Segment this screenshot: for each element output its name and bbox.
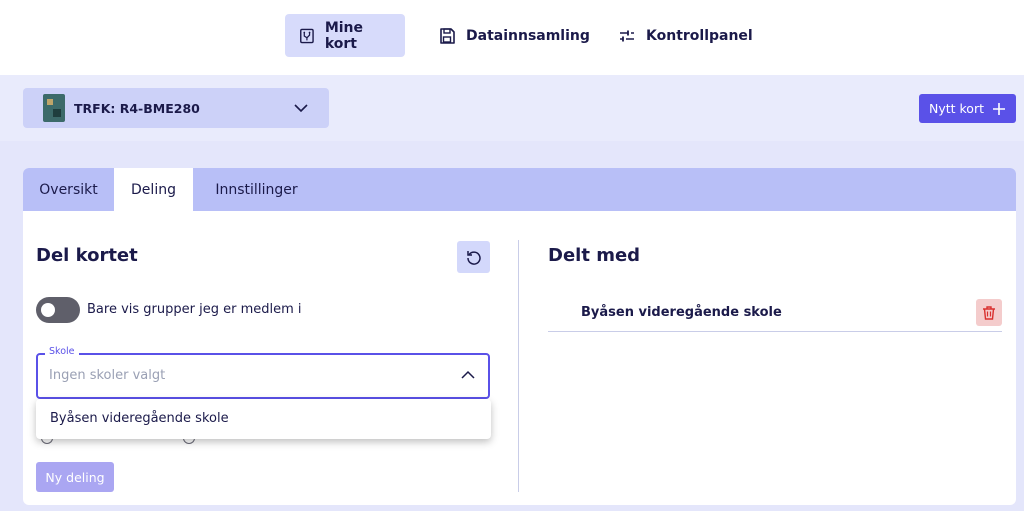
member-groups-toggle[interactable] bbox=[36, 297, 80, 323]
nav-item-kontrollpanel[interactable]: Kontrollpanel bbox=[604, 14, 767, 57]
board-icon bbox=[300, 28, 314, 43]
school-dropdown: Byåsen videregående skole bbox=[36, 399, 491, 439]
reset-icon bbox=[466, 251, 481, 265]
tab-label-oversikt: Oversikt bbox=[39, 181, 98, 198]
new-share-label: Ny deling bbox=[45, 469, 105, 485]
tab-oversikt[interactable]: Oversikt bbox=[23, 168, 114, 211]
chevron-down-icon bbox=[294, 104, 308, 113]
toggle-knob bbox=[41, 303, 55, 317]
toggle-label: Bare vis grupper jeg er medlem i bbox=[87, 302, 302, 317]
school-select-placeholder: Ingen skoler valgt bbox=[49, 368, 166, 383]
board-card: Oversikt Deling Innstillinger Del kortet… bbox=[23, 168, 1016, 505]
chevron-up-icon[interactable] bbox=[460, 367, 476, 383]
tab-innstillinger[interactable]: Innstillinger bbox=[193, 168, 320, 211]
tab-label-deling: Deling bbox=[131, 181, 176, 198]
tab-bar: Oversikt Deling Innstillinger bbox=[23, 168, 1016, 211]
save-icon bbox=[440, 27, 455, 44]
nav-label-kontrollpanel: Kontrollpanel bbox=[646, 27, 753, 44]
column-divider bbox=[518, 240, 519, 492]
nav-label-mine-kort: Mine kort bbox=[324, 19, 364, 52]
delete-share-button[interactable] bbox=[976, 299, 1002, 326]
dropdown-option[interactable]: Byåsen videregående skole bbox=[50, 411, 229, 426]
trash-icon bbox=[983, 305, 995, 320]
new-card-button[interactable]: Nytt kort bbox=[919, 94, 1016, 123]
shared-with-title: Delt med bbox=[548, 245, 641, 266]
row-divider bbox=[548, 331, 1002, 332]
new-share-button[interactable]: Ny deling bbox=[36, 462, 114, 492]
board-selector-label: TRFK: R4-BME280 bbox=[74, 100, 200, 116]
top-navigation: Mine kort Datainnsamling Kontrollpanel bbox=[0, 0, 1024, 75]
tab-label-innstillinger: Innstillinger bbox=[215, 181, 298, 198]
tab-deling[interactable]: Deling bbox=[114, 168, 193, 211]
new-card-label: Nytt kort bbox=[928, 101, 984, 116]
reset-button[interactable] bbox=[457, 241, 490, 273]
plus-icon bbox=[993, 102, 1005, 115]
school-select-legend: Skole bbox=[45, 346, 79, 357]
nav-item-mine-kort[interactable]: Mine kort bbox=[285, 14, 405, 57]
nav-item-datainnsamling[interactable]: Datainnsamling bbox=[424, 14, 604, 57]
board-selector[interactable]: TRFK: R4-BME280 bbox=[23, 88, 329, 128]
nav-label-datainnsamling: Datainnsamling bbox=[466, 27, 590, 44]
sliders-icon bbox=[620, 30, 634, 41]
arduino-board-icon bbox=[43, 94, 65, 122]
shared-school-name: Byåsen videregående skole bbox=[581, 305, 782, 320]
share-title: Del kortet bbox=[36, 245, 138, 266]
